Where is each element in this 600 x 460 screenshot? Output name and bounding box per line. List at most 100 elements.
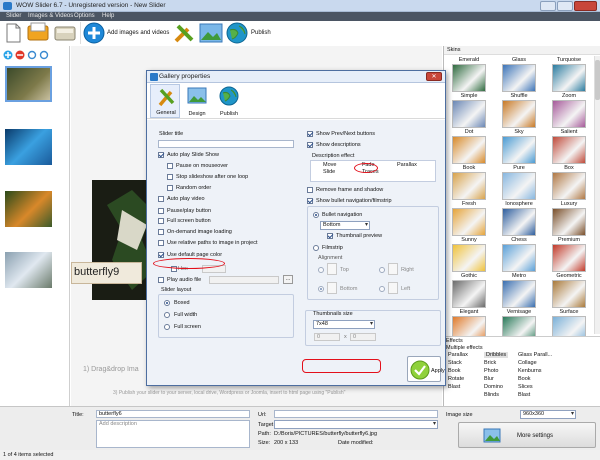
- more-settings-button[interactable]: More settings: [458, 422, 596, 448]
- apply-button[interactable]: Apply: [407, 356, 445, 382]
- skin-thumbnail[interactable]: [452, 64, 486, 92]
- url-input[interactable]: [274, 410, 438, 418]
- effect-item[interactable]: Blur: [484, 376, 494, 382]
- option-checkbox[interactable]: [158, 240, 164, 246]
- thumbnail-image-1[interactable]: [5, 66, 52, 102]
- effect-item[interactable]: Kenburns: [518, 368, 542, 374]
- bullet-position-select[interactable]: Bottom: [320, 221, 370, 230]
- skin-thumbnail[interactable]: [502, 280, 536, 308]
- menu-slider[interactable]: Slider: [6, 13, 21, 19]
- dialog-close-button[interactable]: ✕: [426, 72, 442, 81]
- effect-item[interactable]: Collage: [518, 360, 537, 366]
- option-checkbox[interactable]: [307, 131, 313, 137]
- skin-thumbnail[interactable]: [452, 244, 486, 272]
- thumb-height-spinner[interactable]: 0: [350, 333, 376, 341]
- skin-thumbnail[interactable]: [452, 100, 486, 128]
- option-checkbox[interactable]: [167, 174, 173, 180]
- skin-thumbnail[interactable]: [502, 244, 536, 272]
- option-checkbox[interactable]: [167, 185, 173, 191]
- skin-thumbnail[interactable]: [552, 64, 586, 92]
- thumbnail-image-4[interactable]: [5, 252, 52, 288]
- add-image-small-icon[interactable]: [3, 50, 13, 60]
- skin-thumbnail[interactable]: [452, 172, 486, 200]
- option-checkbox[interactable]: [158, 152, 164, 158]
- menu-images-videos[interactable]: Images & Videos: [28, 13, 73, 19]
- bullet-navigation-radio[interactable]: [313, 212, 319, 218]
- remove-image-icon[interactable]: [15, 50, 25, 60]
- option-checkbox[interactable]: [158, 252, 164, 258]
- alignment-radio[interactable]: [379, 267, 385, 273]
- skin-thumbnail[interactable]: [552, 244, 586, 272]
- thumbnail-image-2[interactable]: [5, 129, 52, 165]
- effect-parallax[interactable]: Parallax: [397, 162, 417, 168]
- menu-options[interactable]: Options: [74, 13, 95, 19]
- close-window-button[interactable]: [574, 1, 597, 11]
- effect-item[interactable]: Blast: [448, 384, 460, 390]
- tab-general[interactable]: General: [150, 84, 180, 118]
- effect-item[interactable]: Blast: [518, 392, 530, 398]
- skin-thumbnail[interactable]: [552, 208, 586, 236]
- add-images-label[interactable]: Add images and videos: [107, 30, 169, 36]
- skins-scrollbar[interactable]: [594, 56, 600, 334]
- effect-item[interactable]: Parallax: [448, 352, 468, 358]
- skin-thumbnail[interactable]: [552, 280, 586, 308]
- option-checkbox[interactable]: [158, 208, 164, 214]
- effect-item[interactable]: Slices: [518, 384, 533, 390]
- rotate-left-icon[interactable]: [27, 50, 37, 60]
- slider-title-input[interactable]: [158, 140, 294, 148]
- option-checkbox[interactable]: [158, 229, 164, 235]
- skin-thumbnail[interactable]: [502, 64, 536, 92]
- effect-item[interactable]: Domino: [484, 384, 503, 390]
- image-size-select[interactable]: 960x360: [520, 410, 576, 419]
- target-select[interactable]: [274, 420, 438, 429]
- thumb-width-spinner[interactable]: 0: [314, 333, 340, 341]
- skin-thumbnail[interactable]: [552, 136, 586, 164]
- effect-item[interactable]: Book: [518, 376, 531, 382]
- description-input[interactable]: Add description: [96, 420, 250, 448]
- menu-help[interactable]: Help: [102, 13, 114, 19]
- filmstrip-radio[interactable]: [313, 245, 319, 251]
- play-audio-checkbox[interactable]: [158, 277, 164, 283]
- alignment-radio[interactable]: [318, 286, 324, 292]
- effect-item[interactable]: Book: [448, 368, 461, 374]
- skin-thumbnail[interactable]: [502, 208, 536, 236]
- effect-item[interactable]: Photo: [484, 368, 498, 374]
- publish-globe-icon[interactable]: [226, 22, 248, 44]
- thumbnail-image-3[interactable]: [5, 191, 52, 227]
- skin-thumbnail[interactable]: [552, 172, 586, 200]
- option-checkbox[interactable]: [307, 142, 313, 148]
- alignment-radio[interactable]: [379, 286, 385, 292]
- effect-item[interactable]: Glass Parall...: [518, 352, 552, 358]
- layout-radio[interactable]: [164, 324, 170, 330]
- rotate-right-icon[interactable]: [39, 50, 49, 60]
- new-file-icon[interactable]: [4, 23, 22, 43]
- publish-label[interactable]: Publish: [251, 30, 271, 36]
- effect-item[interactable]: Rotate: [448, 376, 464, 382]
- effect-item[interactable]: Stack: [448, 360, 462, 366]
- skin-thumbnail[interactable]: [452, 136, 486, 164]
- thumbnails-size-select[interactable]: 7x48: [313, 320, 375, 329]
- option-checkbox[interactable]: [158, 196, 164, 202]
- skin-thumbnail[interactable]: [502, 136, 536, 164]
- open-folder-icon[interactable]: [26, 22, 50, 44]
- effect-move[interactable]: Move: [323, 162, 336, 168]
- skin-thumbnail[interactable]: [502, 172, 536, 200]
- skin-thumbnail[interactable]: [452, 280, 486, 308]
- option-checkbox[interactable]: [307, 187, 313, 193]
- alignment-radio[interactable]: [318, 267, 324, 273]
- tools-icon[interactable]: [172, 22, 196, 44]
- tab-design[interactable]: Design: [182, 84, 212, 118]
- skin-thumbnail[interactable]: [502, 100, 536, 128]
- effect-slide[interactable]: Slide: [323, 169, 335, 175]
- save-icon[interactable]: [54, 23, 76, 43]
- effect-item[interactable]: Dribbles: [484, 352, 509, 358]
- minimize-button[interactable]: [540, 1, 556, 11]
- audio-browse-button[interactable]: ...: [283, 275, 293, 284]
- option-checkbox[interactable]: [307, 198, 313, 204]
- audio-file-input[interactable]: [209, 276, 279, 284]
- skins-scroll-thumb[interactable]: [595, 60, 600, 100]
- option-checkbox[interactable]: [167, 163, 173, 169]
- layout-radio[interactable]: [164, 300, 170, 306]
- skin-thumbnail[interactable]: [552, 100, 586, 128]
- title-input[interactable]: butterfly6: [96, 410, 250, 418]
